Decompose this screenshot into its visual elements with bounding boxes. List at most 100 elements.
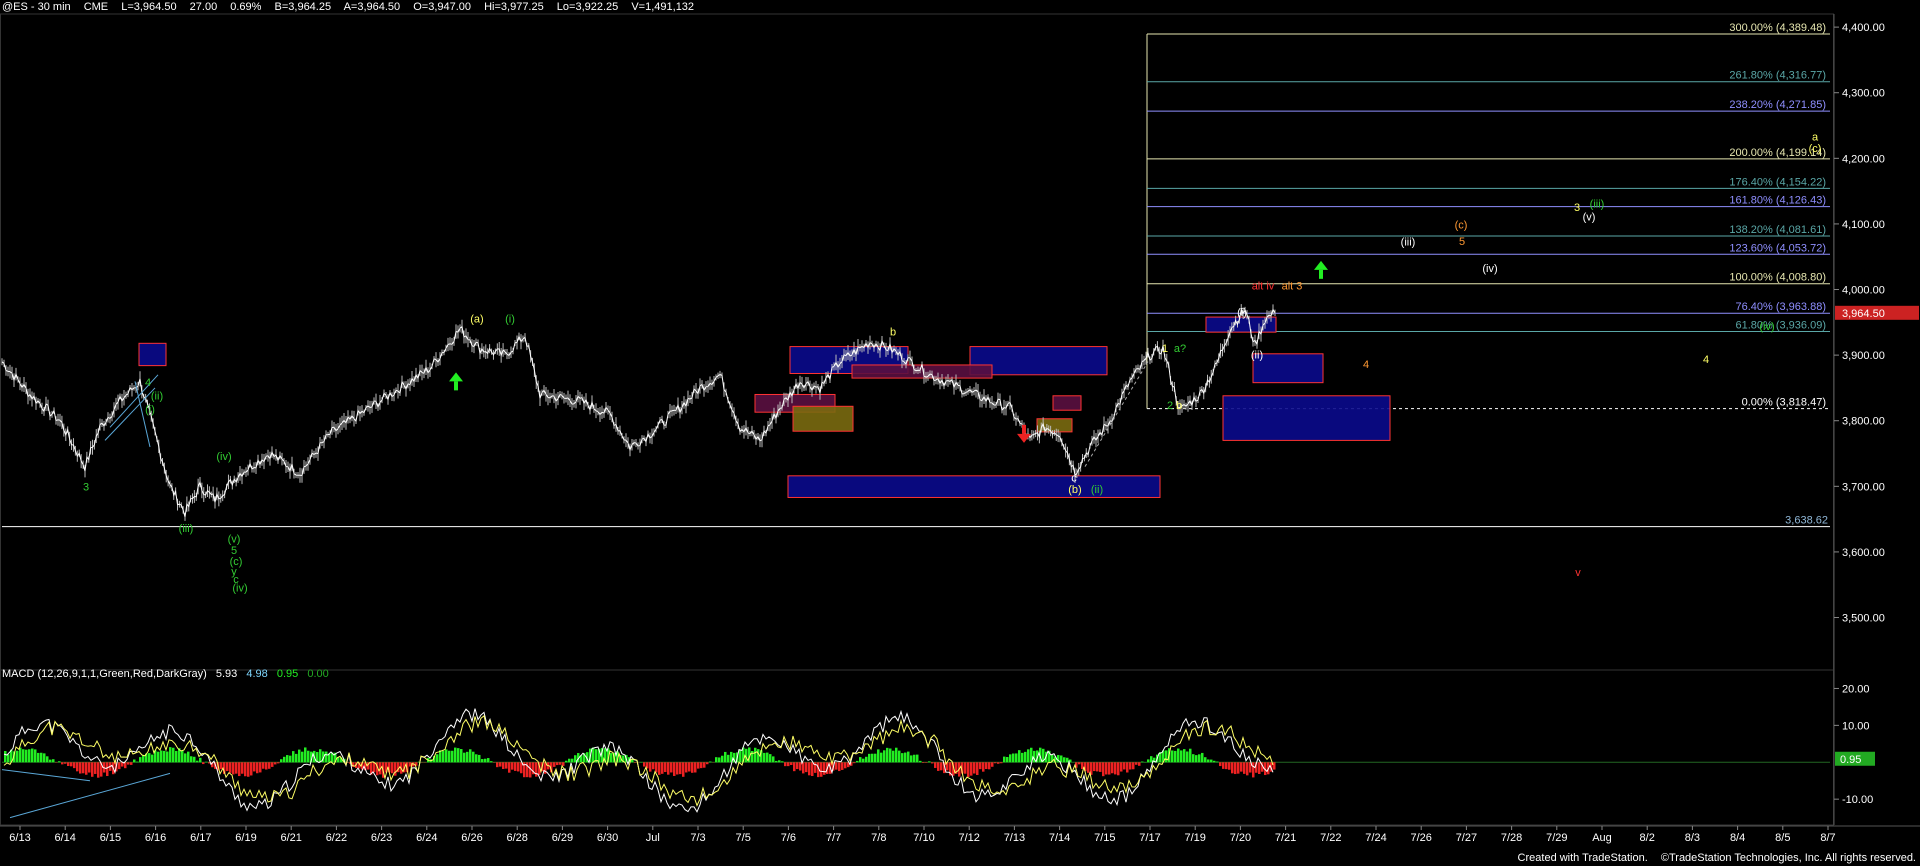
price-zone-box (1222, 395, 1391, 441)
macd-hist-bar (901, 753, 904, 763)
high-label: Hi=3,977.25 (484, 1, 544, 13)
macd-hist-bar (856, 760, 859, 763)
macd-hist-bar (571, 758, 574, 763)
macd-hist-bar (1018, 750, 1021, 763)
time-tick-label: 6/21 (280, 832, 301, 844)
macd-hist-bar (775, 760, 778, 763)
price-tick-label: 4,300.00 (1842, 88, 1885, 100)
macd-hist-bar (220, 762, 223, 770)
wave-label: (iv) (216, 451, 231, 463)
ask-label: A=3,964.50 (343, 1, 401, 13)
time-tick-label: 6/29 (552, 832, 573, 844)
macd-hist-bar (442, 750, 445, 763)
time-tick-label: 6/14 (54, 832, 75, 844)
exchange-label: CME (83, 1, 109, 13)
time-tick-label: 7/20 (1230, 832, 1251, 844)
macd-hist-bar (721, 755, 724, 763)
macd-hist-bar (1063, 757, 1066, 763)
macd-hist-bar (865, 756, 868, 763)
wave-label: (iii) (1401, 237, 1416, 249)
macd-hist-bar (934, 762, 937, 768)
macd-hist-bar (487, 758, 490, 763)
macd-hist-bar (151, 754, 154, 763)
macd-hist-bar (4, 750, 7, 763)
price-zone-box (787, 475, 1161, 498)
macd-hist-bar (883, 750, 886, 763)
macd-hist-bar (1150, 756, 1153, 763)
price-tick-label: 3,600.00 (1842, 547, 1885, 559)
wave-label: 5 (1459, 236, 1465, 248)
macd-hist-bar (724, 751, 727, 763)
macd-hist-bar (1198, 754, 1201, 763)
time-tick-label: 8/3 (1685, 832, 1700, 844)
macd-hist-bar (928, 761, 931, 763)
macd-hist-bar (85, 762, 88, 775)
macd-hist-bar (319, 749, 322, 763)
macd-hist-bar (664, 762, 667, 773)
macd-hist-bar (274, 762, 277, 765)
macd-hist-bar (235, 762, 238, 774)
macd-hist-bar (919, 760, 922, 763)
macd-hist-bar (565, 760, 568, 763)
macd-header: MACD (12,26,9,1,1,Green,Red,DarkGray) 5.… (2, 668, 329, 680)
fib-level-label: 300.00% (4,389.48) (1729, 22, 1826, 34)
price-tick-label: 4,000.00 (1842, 285, 1885, 297)
macd-hist-bar (52, 759, 55, 763)
macd-hist-bar (61, 762, 64, 765)
time-tick-label: 7/28 (1501, 832, 1522, 844)
macd-hist-bar (82, 762, 85, 774)
macd-hist-bar (1009, 754, 1012, 763)
wave-label: 4 (1703, 354, 1709, 366)
macd-hist-bar (148, 753, 151, 763)
price-tick-label: 4,100.00 (1842, 219, 1885, 231)
macd-hist-bar (463, 752, 466, 763)
macd-hist-bar (799, 762, 802, 771)
macd-hist-bar (1252, 762, 1255, 778)
time-tick-label: 7/6 (781, 832, 796, 844)
macd-hist-bar (1096, 762, 1099, 772)
macd-hist-bar (535, 762, 538, 777)
wave-label: (iii) (179, 523, 194, 535)
macd-hist-bar (1273, 762, 1276, 770)
time-tick-label: 7/27 (1456, 832, 1477, 844)
time-tick-label: 6/23 (371, 832, 392, 844)
macd-hist-bar (325, 751, 328, 763)
macd-hist-bar (1207, 759, 1210, 763)
macd-hist-bar (925, 762, 928, 763)
time-tick-label: 7/26 (1410, 832, 1431, 844)
down-arrow-icon (1017, 424, 1031, 443)
macd-hist-bar (64, 762, 67, 764)
macd-hist-bar (1066, 757, 1069, 763)
macd-hist-bar (649, 762, 652, 772)
macd-hist-bar (22, 749, 25, 763)
macd-hist-bar (457, 748, 460, 763)
price-tick-label: 3,700.00 (1842, 481, 1885, 493)
macd-hist-bar (562, 762, 565, 766)
macd-hist-bar (682, 762, 685, 777)
macd-hist-bar (676, 762, 679, 775)
macd-hist-bar (1231, 762, 1234, 774)
macd-hist-bar (1024, 751, 1027, 763)
macd-hist-bar (139, 757, 142, 763)
macd-title[interactable]: MACD (12,26,9,1,1,Green,Red,DarkGray) (2, 668, 207, 680)
macd-hist-bar (868, 753, 871, 763)
last-price-marker-label: 3,964.50 (1842, 308, 1885, 320)
macd-hist-bar (853, 762, 856, 764)
symbol-label[interactable]: @ES - 30 min (2, 1, 71, 13)
macd-hist-bar (448, 750, 451, 763)
time-tick-label: 7/17 (1139, 832, 1160, 844)
macd-hist-bar (1222, 762, 1225, 769)
macd-hist-bar (502, 762, 505, 770)
macd-hist-bar (985, 762, 988, 770)
price-tick-label: 3,900.00 (1842, 350, 1885, 362)
price-tick-label: 3,500.00 (1842, 613, 1885, 625)
macd-hist-bar (976, 762, 979, 776)
time-tick-label: 6/26 (461, 832, 482, 844)
macd-hist-bar (805, 762, 808, 773)
macd-hist-bar (1003, 756, 1006, 763)
wave-label: (iv) (1759, 321, 1774, 333)
macd-hist-bar (910, 755, 913, 763)
price-zone-box (1252, 353, 1324, 384)
macd-hist-bar (778, 760, 781, 763)
macd-hist-bar (568, 758, 571, 763)
